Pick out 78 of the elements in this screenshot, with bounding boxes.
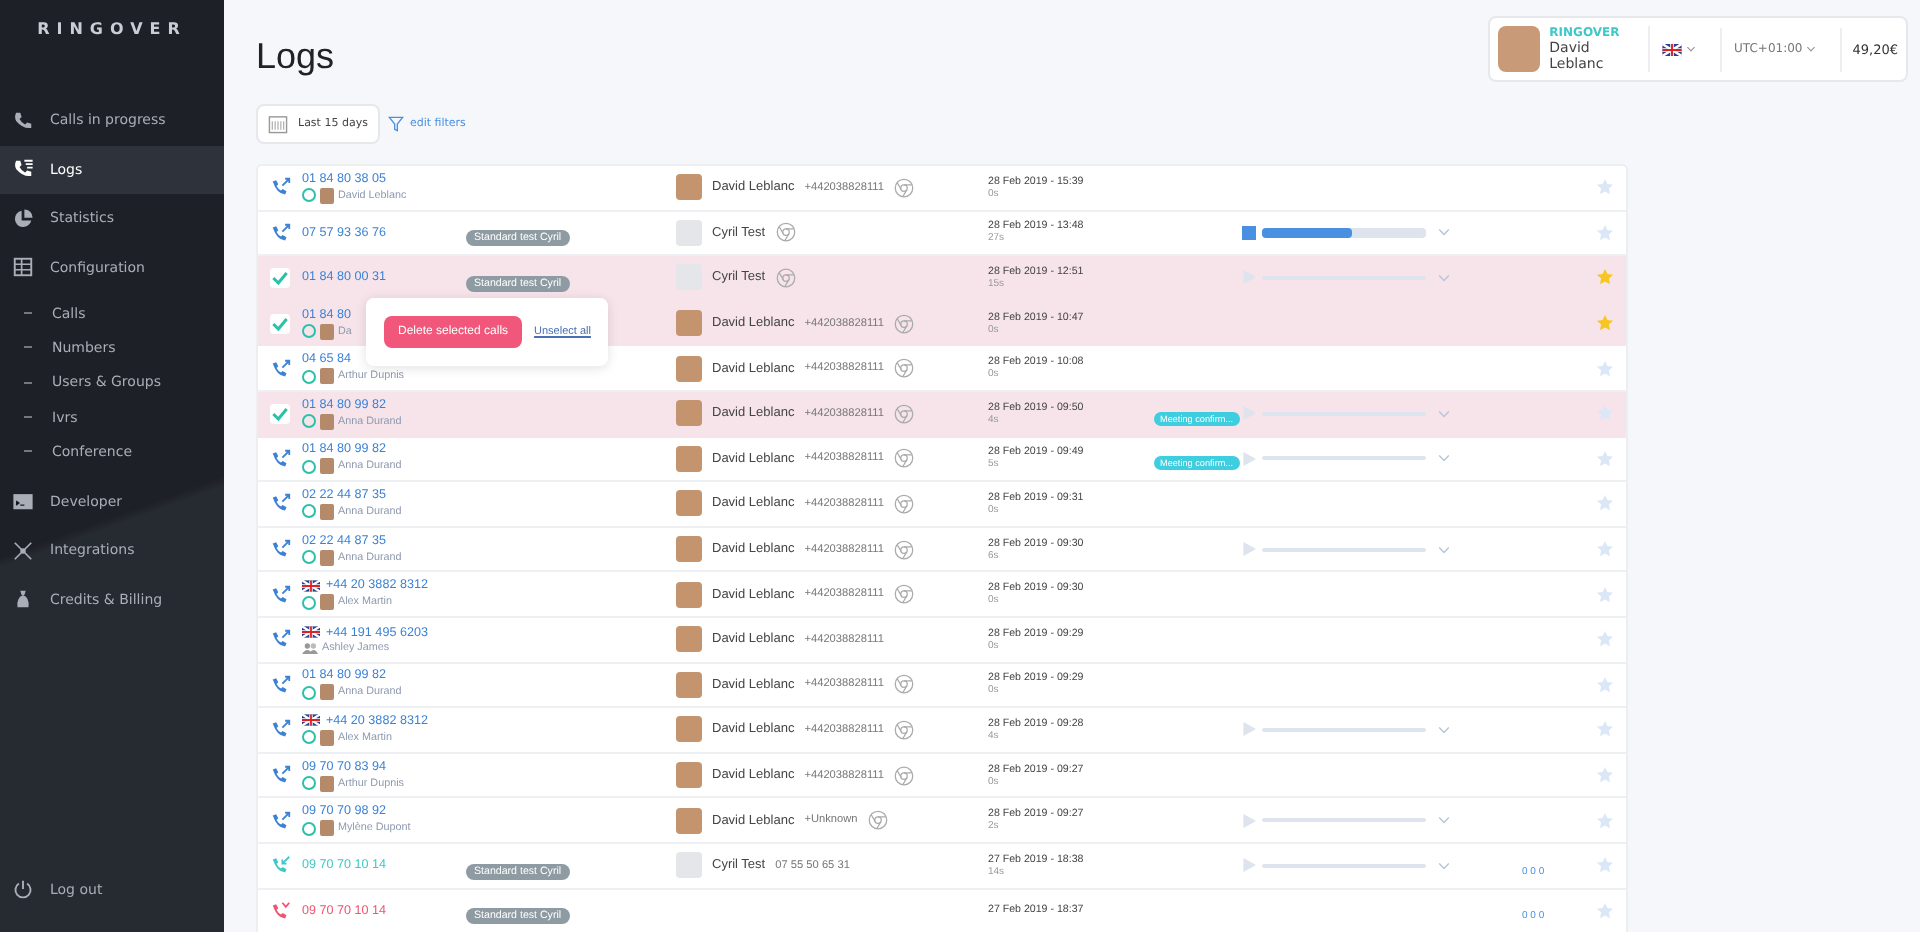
- avatar-placeholder: [320, 549, 334, 566]
- filter-icon: [387, 116, 404, 132]
- chevron-down-icon[interactable]: [1438, 409, 1450, 418]
- flag-icon: [1662, 43, 1683, 55]
- avatar-placeholder: [320, 323, 334, 340]
- page-title: Logs: [256, 36, 337, 78]
- status-badge-icon: [302, 550, 316, 565]
- avatar-placeholder: [320, 594, 334, 611]
- status-badge-icon: [302, 369, 316, 384]
- chevron-down-icon[interactable]: [1438, 816, 1450, 825]
- avatar-placeholder: [1498, 26, 1540, 72]
- play-icon[interactable]: [1242, 813, 1256, 828]
- status-badge-icon: [302, 821, 316, 836]
- chevron-down-icon: [1806, 46, 1817, 52]
- star-icon[interactable]: [1595, 178, 1613, 197]
- star-icon[interactable]: [1595, 901, 1613, 920]
- status-badge-icon: [302, 414, 316, 429]
- play-icon[interactable]: [1242, 722, 1256, 737]
- avatar-placeholder: [320, 458, 334, 475]
- avatar-placeholder: [320, 413, 334, 430]
- chevron-down-icon: [1686, 46, 1697, 52]
- audio-progress-bar[interactable]: [1262, 227, 1426, 238]
- star-icon[interactable]: [1595, 766, 1613, 785]
- power-icon: [12, 878, 34, 900]
- star-icon[interactable]: [1595, 540, 1613, 559]
- table-icon: [12, 256, 34, 279]
- checkbox[interactable]: [270, 403, 290, 424]
- status-badge-icon: [302, 324, 316, 339]
- status-badge-icon: [302, 730, 316, 745]
- chevron-down-icon[interactable]: [1438, 861, 1450, 870]
- status-badge-icon: [302, 188, 316, 203]
- avatar-placeholder: [320, 684, 334, 701]
- star-icon[interactable]: [1595, 811, 1613, 830]
- play-icon[interactable]: [1242, 858, 1256, 873]
- stop-icon[interactable]: [1242, 225, 1256, 240]
- checkbox[interactable]: [270, 313, 290, 334]
- play-icon[interactable]: [1242, 406, 1256, 421]
- pie-chart-icon: [12, 207, 34, 230]
- chevron-down-icon[interactable]: [1438, 454, 1450, 463]
- phone-icon: [12, 158, 34, 181]
- brand-logo: RINGOVER: [35, 18, 189, 42]
- checkbox[interactable]: [270, 267, 290, 288]
- avatar-placeholder: [320, 368, 334, 385]
- star-icon[interactable]: [1595, 223, 1613, 242]
- star-icon[interactable]: [1595, 585, 1613, 604]
- group-icon: [302, 641, 318, 654]
- star-icon[interactable]: [1595, 449, 1613, 468]
- window-icon: [12, 490, 34, 513]
- avatar-placeholder: [320, 729, 334, 746]
- phone-icon: [12, 109, 34, 132]
- avatar-placeholder: [320, 820, 334, 837]
- star-icon[interactable]: [1595, 359, 1613, 378]
- chevron-down-icon[interactable]: [1438, 725, 1450, 734]
- avatar-placeholder: [320, 503, 334, 520]
- avatar-placeholder: [320, 187, 334, 204]
- network-icon: [12, 539, 34, 562]
- calendar-icon: [268, 114, 288, 134]
- star-icon[interactable]: [1595, 630, 1613, 649]
- play-icon[interactable]: [1242, 542, 1256, 557]
- star-icon[interactable]: [1595, 404, 1613, 423]
- status-badge-icon: [302, 685, 316, 700]
- status-badge-icon: [302, 504, 316, 519]
- star-icon[interactable]: [1595, 675, 1613, 694]
- play-icon[interactable]: [1242, 451, 1256, 466]
- star-icon[interactable]: [1595, 856, 1613, 875]
- money-bag-icon: [12, 588, 34, 611]
- chevron-down-icon[interactable]: [1438, 545, 1450, 554]
- star-icon[interactable]: [1595, 494, 1613, 513]
- chevron-down-icon[interactable]: [1438, 228, 1450, 237]
- star-icon[interactable]: [1595, 314, 1613, 333]
- star-icon[interactable]: [1595, 720, 1613, 739]
- play-icon[interactable]: [1242, 270, 1256, 285]
- avatar-placeholder: [320, 775, 334, 792]
- status-badge-icon: [302, 776, 316, 791]
- chevron-down-icon[interactable]: [1438, 273, 1450, 282]
- star-icon[interactable]: [1595, 268, 1613, 287]
- status-badge-icon: [302, 595, 316, 610]
- status-badge-icon: [302, 459, 316, 474]
